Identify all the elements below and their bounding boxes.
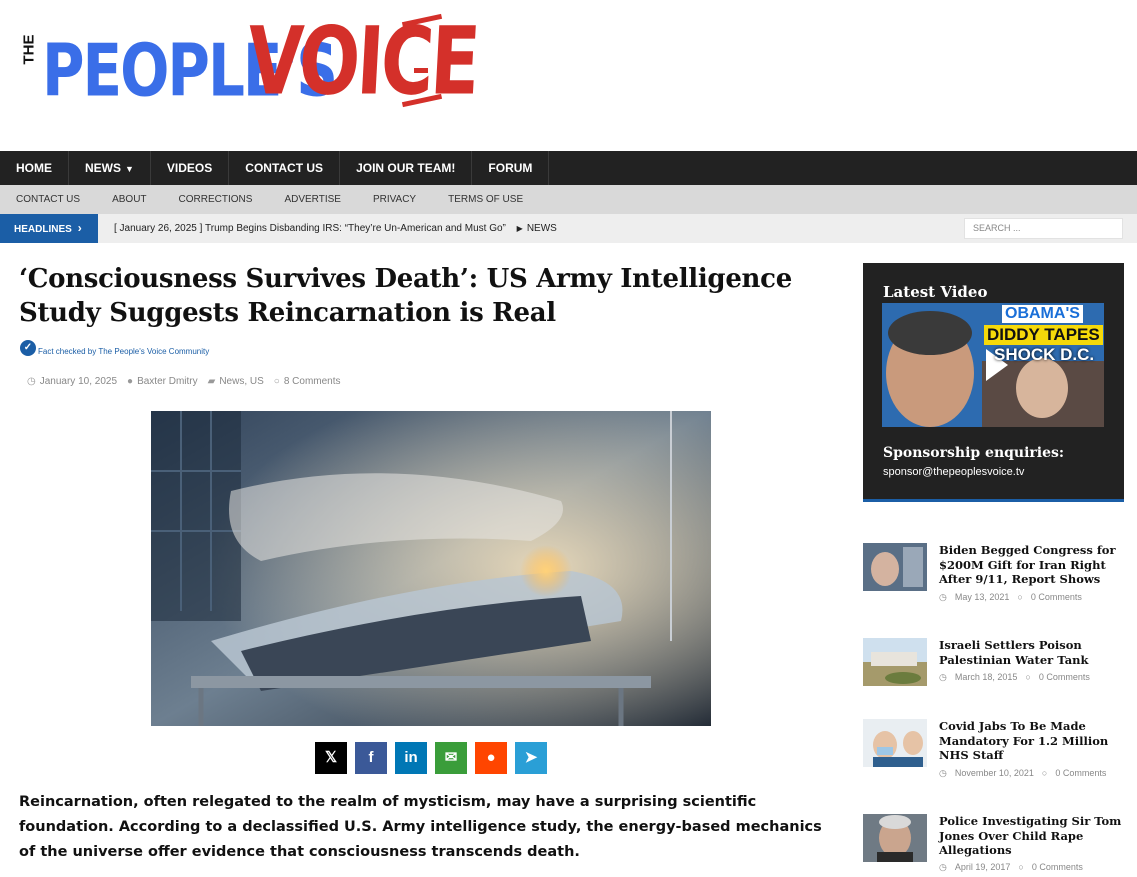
article-hero-image	[151, 411, 711, 726]
subnav-contact[interactable]: CONTACT US	[0, 185, 96, 214]
article-comments[interactable]: 8 Comments	[284, 376, 341, 387]
latest-video-widget: Latest Video OBAMA'S DIDDY TAPES SHOCK D…	[863, 263, 1124, 502]
x-icon: 𝕏	[324, 749, 338, 766]
sidebar-post[interactable]: Israeli Settlers Poison Palestinian Wate…	[863, 638, 1133, 688]
logo-voice: VOICE	[244, 6, 480, 116]
post-meta: ◷ May 13, 2021 ○ 0 Comments	[939, 592, 1090, 603]
comment-icon: ○	[1041, 768, 1048, 778]
sidebar-post[interactable]: Police Investigating Sir Tom Jones Over …	[863, 814, 1133, 874]
article-categories[interactable]: News, US	[219, 376, 263, 387]
linkedin-icon: in	[404, 749, 418, 766]
checkmark-badge-icon: ✓	[20, 340, 36, 356]
fact-check-line: ✓ Fact checked by The People's Voice Com…	[20, 338, 209, 356]
facebook-icon: f	[368, 749, 374, 766]
site-logo[interactable]: THE PEOPLE'S VOICE	[18, 6, 480, 136]
main-nav: HOME NEWS ▼ VIDEOS CONTACT US JOIN OUR TE…	[0, 151, 1137, 185]
post-comments[interactable]: 0 Comments	[1032, 862, 1083, 872]
nav-news-label: NEWS	[85, 161, 121, 175]
article-lede: Reincarnation, often relegated to the re…	[19, 794, 822, 860]
post-title[interactable]: Covid Jabs To Be Made Mandatory For 1.2 …	[939, 719, 1129, 763]
subnav-privacy[interactable]: PRIVACY	[357, 185, 432, 214]
share-linkedin-button[interactable]: in	[395, 742, 427, 774]
video-caption-line3: SHOCK D.C.	[994, 345, 1095, 364]
post-comments[interactable]: 0 Comments	[1031, 592, 1082, 602]
chevron-down-icon: ▼	[125, 164, 134, 174]
hero-illustration	[151, 411, 711, 726]
article-meta: ◷ January 10, 2025 ● Baxter Dmitry ▰ News, …	[27, 376, 341, 387]
post-date: April 19, 2017	[954, 862, 1011, 872]
post-meta: ◷ March 18, 2015 ○ 0 Comments	[939, 672, 1098, 683]
secondary-nav: CONTACT US ABOUT CORRECTIONS ADVERTISE P…	[0, 185, 1137, 214]
headline-category[interactable]: NEWS	[527, 223, 557, 234]
sponsorship-heading: Sponsorship enquiries:	[883, 445, 1065, 461]
site-header: THE PEOPLE'S VOICE	[0, 0, 1137, 151]
nav-home[interactable]: HOME	[0, 151, 69, 185]
video-caption-line2: DIDDY TAPES	[984, 325, 1103, 345]
share-reddit-button[interactable]: ●	[475, 742, 507, 774]
clock-icon: ◷	[939, 862, 947, 872]
email-icon: ✉	[444, 749, 458, 766]
fact-check-text[interactable]: Fact checked by The People's Voice Commu…	[38, 347, 209, 356]
clock-icon: ◷	[939, 672, 947, 682]
post-title[interactable]: Police Investigating Sir Tom Jones Over …	[939, 814, 1129, 858]
share-facebook-button[interactable]: f	[355, 742, 387, 774]
post-date: May 13, 2021	[954, 592, 1010, 602]
article-title: ‘Consciousness Survives Death’: US Army …	[19, 264, 792, 328]
nav-news[interactable]: NEWS ▼	[69, 151, 151, 185]
headline-item[interactable]: [ January 26, 2025 ] Trump Begins Disban…	[114, 214, 557, 243]
headline-link[interactable]: Trump Begins Disbanding IRS: “They’re Un…	[205, 223, 506, 234]
logo-speaker-bar	[414, 68, 428, 73]
post-thumbnail[interactable]	[863, 638, 927, 686]
subnav-about[interactable]: ABOUT	[96, 185, 162, 214]
headlines-label-text: HEADLINES	[14, 224, 72, 235]
comment-icon: ○	[273, 376, 280, 387]
clock-icon: ◷	[939, 592, 947, 602]
video-caption-line1: OBAMA'S	[1002, 305, 1083, 323]
post-thumbnail[interactable]	[863, 814, 927, 862]
share-x-button[interactable]: 𝕏	[315, 742, 347, 774]
post-date: March 18, 2015	[954, 672, 1018, 682]
sidebar-post[interactable]: Covid Jabs To Be Made Mandatory For 1.2 …	[863, 719, 1133, 779]
comment-icon: ○	[1018, 862, 1024, 872]
nav-videos[interactable]: VIDEOS	[151, 151, 230, 185]
headlines-label: HEADLINES ›	[0, 214, 98, 243]
post-title[interactable]: Biden Begged Congress for $200M Gift for…	[939, 543, 1129, 587]
post-comments[interactable]: 0 Comments	[1055, 768, 1106, 778]
logo-the: THE	[20, 34, 38, 65]
comment-icon: ○	[1025, 672, 1031, 682]
share-buttons: 𝕏 f in ✉ ● ➤	[315, 742, 555, 774]
share-telegram-button[interactable]: ➤	[515, 742, 547, 774]
post-title[interactable]: Israeli Settlers Poison Palestinian Wate…	[939, 638, 1129, 667]
clock-icon: ◷	[939, 768, 947, 778]
comment-icon: ○	[1017, 592, 1023, 602]
nav-contact[interactable]: CONTACT US	[229, 151, 341, 185]
video-thumbnail[interactable]: OBAMA'S DIDDY TAPES SHOCK D.C.	[882, 303, 1104, 427]
folder-icon: ▰	[207, 376, 216, 387]
post-meta: ◷ November 10, 2021 ○ 0 Comments	[939, 768, 1114, 779]
reddit-icon: ●	[486, 749, 496, 766]
post-thumbnail[interactable]	[863, 543, 927, 591]
chevron-right-icon: ›	[77, 221, 82, 235]
subnav-advertise[interactable]: ADVERTISE	[268, 185, 357, 214]
sponsorship-email[interactable]: sponsor@thepeoplesvoice.tv	[883, 466, 1024, 478]
headline-date: [ January 26, 2025 ]	[114, 223, 203, 234]
subnav-corrections[interactable]: CORRECTIONS	[163, 185, 269, 214]
user-icon: ●	[127, 376, 134, 387]
post-meta: ◷ April 19, 2017 ○ 0 Comments	[939, 862, 1091, 873]
search-input[interactable]: SEARCH ...	[964, 218, 1123, 239]
subnav-terms[interactable]: TERMS OF USE	[432, 185, 539, 214]
post-thumbnail[interactable]	[863, 719, 927, 767]
article-date: January 10, 2025	[39, 376, 118, 387]
latest-video-title: Latest Video	[883, 283, 988, 301]
sidebar-post[interactable]: Biden Begged Congress for $200M Gift for…	[863, 543, 1133, 603]
share-email-button[interactable]: ✉	[435, 742, 467, 774]
post-comments[interactable]: 0 Comments	[1039, 672, 1090, 682]
caret-right-icon: ▶	[516, 224, 523, 233]
article-author[interactable]: Baxter Dmitry	[137, 376, 198, 387]
nav-join[interactable]: JOIN OUR TEAM!	[340, 151, 473, 185]
nav-forum[interactable]: FORUM	[472, 151, 550, 185]
clock-icon: ◷	[27, 376, 36, 387]
post-date: November 10, 2021	[954, 768, 1034, 778]
telegram-icon: ➤	[524, 749, 538, 766]
